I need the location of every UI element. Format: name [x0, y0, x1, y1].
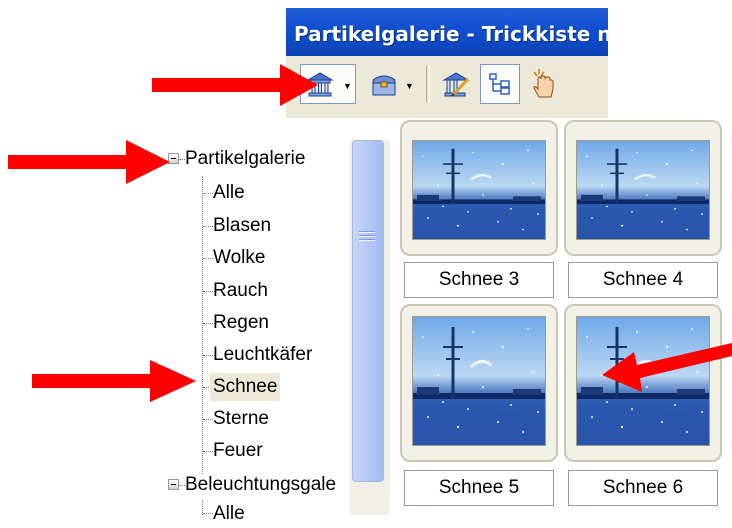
gallery-icon: [305, 69, 335, 104]
gallery-button[interactable]: ▼: [300, 64, 356, 104]
scrollbar-grip: [359, 239, 375, 241]
scrollbar-grip: [359, 231, 375, 233]
snow-thumbnail: [576, 140, 710, 240]
hand-button[interactable]: [524, 64, 564, 104]
tree-collapse-toggle[interactable]: [168, 153, 179, 164]
tree-node-feuer[interactable]: Feuer: [210, 437, 266, 465]
gallery-caption: Schnee 6: [568, 470, 718, 506]
tree-node-regen[interactable]: Regen: [210, 309, 272, 337]
snow-thumbnail: [412, 140, 546, 240]
chevron-down-icon[interactable]: ▼: [405, 81, 414, 91]
tree-view-button[interactable]: [480, 64, 520, 104]
tree-node-blasen[interactable]: Blasen: [210, 212, 274, 240]
category-tree[interactable]: Partikelgalerie Alle Blasen Wolke Rauch …: [128, 140, 350, 524]
tree-node-sterne[interactable]: Sterne: [210, 405, 272, 433]
toolbar-separator: [426, 66, 430, 102]
window-fragment: Partikelgalerie - Trickkiste n ▼ ▼: [286, 0, 608, 118]
tree-node-leuchtkaefer[interactable]: Leuchtkäfer: [210, 341, 315, 369]
tree-view-icon: [487, 71, 513, 102]
edit-gallery-button[interactable]: [436, 64, 476, 104]
gallery-caption: Schnee 5: [404, 470, 554, 506]
tree-node-beleuchtungsgalerie[interactable]: Beleuchtungsgale: [182, 471, 339, 499]
tree-node-alle-2[interactable]: Alle: [210, 500, 248, 528]
tree-node-partikelgalerie[interactable]: Partikelgalerie: [182, 145, 308, 173]
snow-thumbnail: [576, 316, 710, 446]
title-bar: Partikelgalerie - Trickkiste n: [286, 8, 608, 56]
particle-gallery: Schnee 3 Schnee 4 Schnee 5 Schnee 6: [390, 120, 732, 515]
tree-node-schnee[interactable]: Schnee: [210, 373, 281, 401]
tree-node-alle[interactable]: Alle: [210, 179, 248, 207]
toolbar: ▼ ▼: [286, 56, 608, 118]
tree-node-rauch[interactable]: Rauch: [210, 277, 271, 305]
snow-thumbnail: [412, 316, 546, 446]
gallery-caption: Schnee 3: [404, 262, 554, 298]
tree-node-wolke[interactable]: Wolke: [210, 244, 268, 272]
chest-button[interactable]: ▼: [362, 64, 418, 104]
tree-connector: [202, 176, 203, 474]
scrollbar-grip: [359, 235, 375, 237]
chest-icon: [369, 70, 399, 103]
edit-gallery-icon: [441, 69, 471, 104]
window-title: Partikelgalerie - Trickkiste n: [294, 22, 608, 46]
tree-collapse-toggle[interactable]: [168, 479, 179, 490]
hand-pointer-icon: [531, 67, 559, 106]
gallery-caption: Schnee 4: [568, 262, 718, 298]
chevron-down-icon[interactable]: ▼: [343, 81, 352, 91]
scrollbar-thumb[interactable]: [352, 140, 384, 482]
